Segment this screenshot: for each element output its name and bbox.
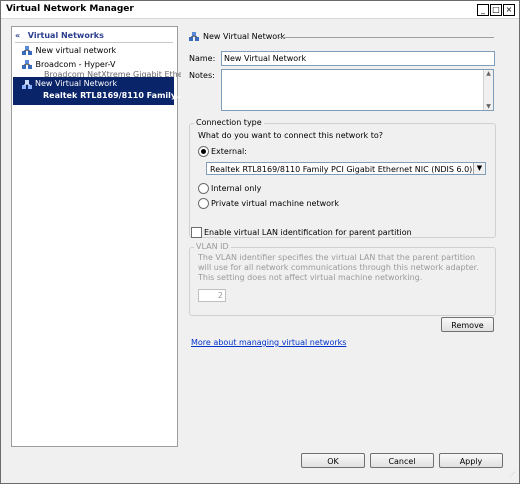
internal-only-label: Internal only: [211, 184, 262, 193]
external-radio[interactable]: [198, 146, 209, 157]
tree-heading-label: Virtual Networks: [27, 31, 104, 40]
vlan-description: The VLAN identifier specifies the virtua…: [198, 253, 479, 282]
name-field[interactable]: [221, 51, 495, 66]
network-icon: [22, 80, 32, 89]
notes-label: Notes:: [189, 71, 215, 80]
tree-divider: [15, 42, 173, 43]
network-icon: [22, 60, 32, 69]
vlan-id-legend: VLAN ID: [194, 242, 231, 251]
private-network-radio[interactable]: [198, 198, 209, 209]
remove-button[interactable]: Remove: [441, 317, 494, 332]
tree-item-subtitle: Realtek RTL8169/8110 Family...: [43, 91, 185, 100]
chevron-down-icon[interactable]: ▼: [473, 163, 485, 174]
private-network-label: Private virtual machine network: [211, 199, 339, 208]
name-label: Name:: [189, 54, 216, 63]
collapse-icon[interactable]: «: [15, 31, 25, 40]
cancel-button[interactable]: Cancel: [370, 453, 434, 468]
internal-only-radio[interactable]: [198, 183, 209, 194]
connection-type-group: [189, 123, 496, 238]
tree-item-label: Broadcom - Hyper-V: [35, 60, 116, 69]
scroll-down-icon[interactable]: ▼: [484, 103, 493, 110]
tree-item-label: New virtual network: [35, 46, 117, 55]
connection-question: What do you want to connect this network…: [198, 131, 383, 140]
window-title: Virtual Network Manager: [6, 4, 134, 14]
resize-grip-icon[interactable]: ⋰: [509, 471, 517, 479]
virtual-networks-tree: « Virtual Networks New virtual network B…: [11, 26, 193, 447]
details-panel: New Virtual Network Name: Notes: ▲ ▼ Con…: [181, 26, 506, 445]
notes-scrollbar[interactable]: ▲ ▼: [483, 70, 493, 110]
network-icon: [189, 32, 199, 41]
restore-button[interactable]: □: [490, 4, 502, 16]
tree-item-selected-new-virtual-network[interactable]: New Virtual Network Realtek RTL8169/8110…: [13, 77, 185, 105]
minimize-button[interactable]: _: [477, 4, 489, 16]
more-about-link[interactable]: More about managing virtual networks: [191, 338, 346, 347]
virtual-network-manager-window: Virtual Network Manager _ □ × « Virtual …: [0, 0, 520, 484]
heading-divider: [279, 37, 494, 38]
tree-item-new-virtual-network[interactable]: New virtual network: [22, 45, 116, 57]
tree-item-label: New Virtual Network: [35, 79, 118, 88]
vlan-id-field[interactable]: [198, 289, 226, 302]
ok-button[interactable]: OK: [301, 453, 365, 468]
network-add-icon: [22, 46, 32, 55]
tree-heading[interactable]: « Virtual Networks: [15, 31, 104, 40]
adapter-value: Realtek RTL8169/8110 Family PCI Gigabit …: [210, 165, 473, 174]
scroll-up-icon[interactable]: ▲: [484, 70, 493, 77]
close-button[interactable]: ×: [503, 4, 515, 16]
title-bar[interactable]: Virtual Network Manager _ □ ×: [1, 1, 519, 19]
apply-button[interactable]: Apply: [439, 453, 503, 468]
adapter-select[interactable]: Realtek RTL8169/8110 Family PCI Gigabit …: [206, 162, 486, 175]
connection-type-legend: Connection type: [194, 118, 264, 127]
enable-vlan-checkbox[interactable]: [191, 227, 202, 238]
enable-vlan-label: Enable virtual LAN identification for pa…: [204, 228, 412, 237]
notes-field[interactable]: [221, 69, 494, 111]
external-label: External:: [211, 147, 247, 156]
panel-heading: New Virtual Network: [203, 32, 286, 41]
